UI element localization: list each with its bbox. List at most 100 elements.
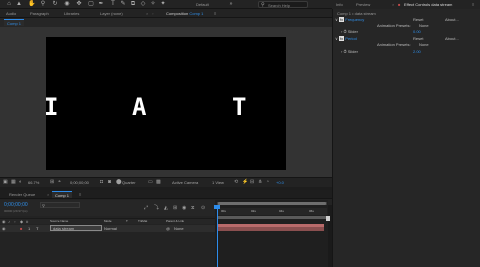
- effect-frequency-row[interactable]: ∨ fx Frequency: [335, 17, 364, 22]
- tab-composition[interactable]: Composition Comp 1: [166, 11, 203, 16]
- reset-button[interactable]: Reset: [413, 36, 423, 41]
- playhead-line[interactable]: [217, 205, 218, 267]
- search-help-input[interactable]: ⚲ Search Help: [258, 1, 308, 8]
- close-icon[interactable]: ×: [146, 11, 148, 16]
- tab-paragraph[interactable]: Paragraph: [30, 11, 49, 16]
- color-icon[interactable]: ◓: [58, 180, 61, 185]
- layer-name-field[interactable]: data stream: [50, 225, 102, 231]
- vertical-scrollbar[interactable]: [328, 205, 332, 267]
- comp-end-marker[interactable]: [326, 216, 330, 221]
- motion-blur-icon[interactable]: ◉: [182, 206, 186, 211]
- exposure-value[interactable]: +0.0: [276, 180, 284, 185]
- comp-flowchart-icon[interactable]: ⤢: [144, 206, 148, 211]
- comp-subtab[interactable]: Comp 1: [4, 19, 25, 26]
- selection-tool-icon[interactable]: ▲: [16, 1, 22, 7]
- tab-libraries[interactable]: Libraries: [64, 11, 79, 16]
- clone-tool-icon[interactable]: ⧉: [130, 1, 136, 7]
- video-toggle-icon[interactable]: ◉: [2, 219, 6, 224]
- work-area-bar[interactable]: [217, 216, 327, 219]
- layer-parent-dropdown[interactable]: None: [174, 226, 184, 231]
- pan-behind-tool-icon[interactable]: ✥: [76, 1, 82, 7]
- views-dropdown[interactable]: 1 View: [212, 180, 224, 185]
- time-navigator-thumb[interactable]: [218, 202, 326, 205]
- transparency-grid-icon[interactable]: ▩: [156, 180, 161, 185]
- timeline-icon[interactable]: ⊟: [250, 180, 254, 185]
- magnification-dropdown[interactable]: 66.7%: [28, 180, 39, 185]
- effect-period-row[interactable]: ∨ fx Period: [335, 36, 357, 41]
- lock-icon[interactable]: ▫: [14, 219, 15, 224]
- render-icon[interactable]: ⟲: [234, 180, 238, 185]
- roto-tool-icon[interactable]: ✧: [150, 1, 156, 7]
- slider-row[interactable]: › ⏱ Slider: [341, 29, 358, 34]
- column-mode[interactable]: Mode: [104, 219, 112, 223]
- lock-icon[interactable]: ▫: [152, 11, 153, 16]
- panel-menu-icon[interactable]: ≡: [76, 191, 84, 198]
- camera-tool-icon[interactable]: ◉: [64, 1, 70, 7]
- grid-icon[interactable]: ⊞: [50, 180, 54, 185]
- workspace-default[interactable]: Default: [196, 2, 209, 7]
- about-button[interactable]: About...: [445, 36, 459, 41]
- type-tool-icon[interactable]: T: [110, 1, 116, 7]
- channel-icon[interactable]: ⬤: [116, 180, 122, 185]
- tab-audio[interactable]: Audio: [6, 11, 16, 16]
- timeline-search-input[interactable]: ⚲: [40, 202, 80, 208]
- label-icon[interactable]: ◆: [20, 219, 23, 224]
- mask-tool-icon[interactable]: ▢: [88, 1, 94, 7]
- timeline-timecode[interactable]: 0;00;00;00: [4, 202, 28, 208]
- pen-tool-icon[interactable]: ✒: [98, 1, 104, 7]
- render-time-icon[interactable]: ⊙: [201, 206, 205, 211]
- zoom-tool-icon[interactable]: ⚲: [40, 1, 46, 7]
- label-color-icon[interactable]: ■: [20, 226, 22, 231]
- eraser-tool-icon[interactable]: ◇: [140, 1, 146, 7]
- panel-menu-icon[interactable]: ≡: [214, 11, 216, 16]
- about-button[interactable]: About...: [445, 17, 459, 22]
- composition-frame[interactable]: I A T: [44, 37, 286, 170]
- tab-layer[interactable]: Layer (none): [100, 11, 123, 16]
- hand-tool-icon[interactable]: ✋: [28, 1, 35, 7]
- region-icon[interactable]: ▦: [11, 180, 16, 185]
- tab-effect-controls[interactable]: Effect Controls data stream: [404, 2, 452, 7]
- reset-button[interactable]: Reset: [413, 17, 423, 22]
- brush-tool-icon[interactable]: ✎: [120, 1, 126, 7]
- mask-visibility-icon[interactable]: ◐: [19, 180, 22, 185]
- draft-3d-icon[interactable]: ⤵: [154, 206, 159, 211]
- column-source-name[interactable]: Source Name: [50, 219, 68, 223]
- slider-value[interactable]: 2.00: [413, 49, 421, 54]
- column-parent-link[interactable]: Parent & Link: [166, 219, 184, 223]
- index-icon[interactable]: #: [26, 219, 28, 224]
- roi-icon[interactable]: ▭: [148, 180, 153, 185]
- workspace-menu-icon[interactable]: »: [228, 1, 234, 7]
- flowchart-icon[interactable]: ⋔: [258, 180, 262, 185]
- snapshot-icon[interactable]: ◘: [100, 180, 103, 185]
- tab-render-queue[interactable]: Render Queue: [6, 191, 38, 198]
- show-snapshot-icon[interactable]: ◙: [108, 180, 111, 185]
- rotate-tool-icon[interactable]: ↻: [52, 1, 58, 7]
- tab-preview[interactable]: Preview: [356, 2, 370, 7]
- animation-presets-dropdown[interactable]: None: [419, 23, 429, 28]
- fast-preview-icon[interactable]: ⚡: [242, 180, 248, 185]
- audio-toggle-icon[interactable]: ♪: [8, 219, 10, 224]
- parent-pickwhip-icon[interactable]: @: [166, 226, 170, 231]
- tab-info[interactable]: Info: [336, 2, 343, 7]
- graph-editor-icon[interactable]: ⧖: [191, 206, 195, 211]
- eye-icon[interactable]: ◉: [2, 226, 6, 231]
- layer-row[interactable]: ◉ ■ 1 T data stream Normal @ None: [0, 225, 215, 232]
- frame-blending-icon[interactable]: ⊞: [173, 206, 177, 211]
- tab-comp[interactable]: Comp 1: [52, 191, 73, 198]
- resolution-dropdown[interactable]: Quarter: [122, 180, 136, 185]
- always-preview-icon[interactable]: ▣: [3, 180, 8, 185]
- layer-mode-dropdown[interactable]: Normal: [104, 226, 117, 231]
- exposure-reset-icon[interactable]: ◔: [266, 180, 269, 185]
- puppet-tool-icon[interactable]: ✦: [160, 1, 166, 7]
- column-t[interactable]: T: [126, 219, 128, 223]
- slider-row[interactable]: › ⏱ Slider: [341, 49, 358, 54]
- close-icon[interactable]: ×: [392, 2, 394, 7]
- time-ruler[interactable]: 00s 02s 04s 06s: [217, 208, 327, 215]
- viewer-timecode[interactable]: 0;00;00;00: [70, 180, 89, 185]
- camera-dropdown[interactable]: Active Camera: [172, 180, 198, 185]
- home-icon[interactable]: ⌂: [6, 1, 12, 7]
- shy-icon[interactable]: ◭: [164, 206, 168, 211]
- column-trkmat[interactable]: TrkMat: [138, 219, 147, 223]
- animation-presets-dropdown[interactable]: None: [419, 42, 429, 47]
- slider-value[interactable]: 0.00: [413, 29, 421, 34]
